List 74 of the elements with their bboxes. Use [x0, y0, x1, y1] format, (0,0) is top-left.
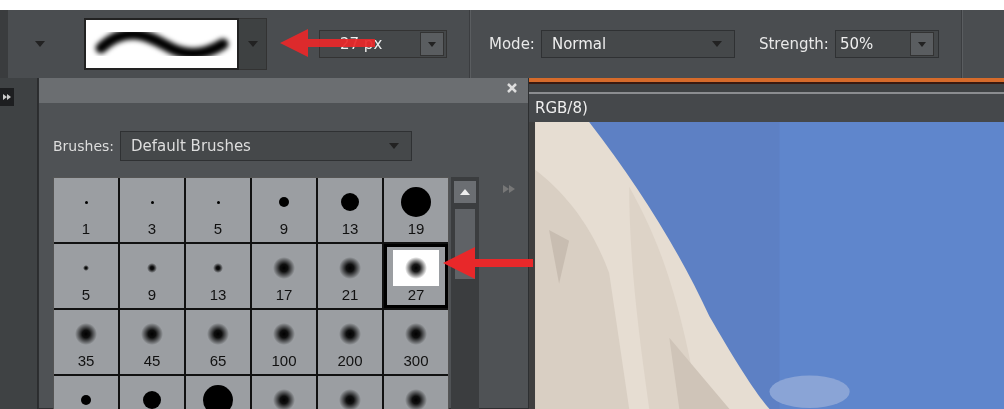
scrollbar[interactable]	[451, 177, 479, 409]
brush-swatch[interactable]: 100	[252, 310, 316, 374]
caret-icon	[35, 41, 45, 47]
brush-swatch[interactable]: 5	[186, 178, 250, 242]
soft-dot-icon	[146, 262, 158, 274]
brush-swatch[interactable]: 19	[384, 178, 448, 242]
arrow-up-icon[interactable]	[460, 189, 470, 195]
brush-swatch[interactable]: 3	[120, 178, 184, 242]
caret-icon	[247, 41, 258, 47]
brush-size-label: 1	[81, 220, 91, 238]
brush-swatch[interactable]: 200	[318, 310, 382, 374]
dot-icon	[278, 196, 290, 208]
brush-size-label: 35	[77, 352, 95, 370]
brush-swatch[interactable]: 9	[120, 244, 184, 308]
mode-label: Mode:	[489, 35, 535, 53]
dot-icon	[80, 394, 92, 406]
brush-set-dropdown[interactable]: Default Brushes	[120, 131, 413, 161]
brush-swatch[interactable]: 13	[186, 244, 250, 308]
brush-preview[interactable]	[84, 18, 239, 70]
brush-size-label: 5	[81, 286, 91, 304]
soft-dot-icon	[404, 322, 428, 346]
dot-icon	[400, 186, 432, 218]
brush-swatch[interactable]: 35	[54, 310, 118, 374]
brush-size-label: 19	[407, 220, 425, 238]
strength-label: Strength:	[758, 35, 829, 53]
brush-size-label: 13	[209, 286, 227, 304]
brush-swatch[interactable]: 21	[318, 244, 382, 308]
mode-dropdown[interactable]: Normal	[540, 30, 735, 58]
soft-dot-icon	[206, 322, 230, 346]
soft-dot-icon	[338, 322, 362, 346]
dot-icon	[83, 199, 89, 205]
brush-size-label: 5	[213, 220, 223, 238]
document-title: RGB/8)	[535, 99, 588, 117]
brush-swatch[interactable]: 13	[318, 178, 382, 242]
dot-icon	[149, 199, 155, 205]
close-icon[interactable]	[506, 82, 518, 94]
soft-dot-icon	[404, 256, 428, 280]
brushes-label: Brushes:	[53, 138, 115, 154]
brush-size-label: 100	[271, 352, 297, 370]
soft-dot-icon	[140, 322, 164, 346]
brush-size-label: 13	[341, 220, 359, 238]
caret-icon	[420, 32, 444, 56]
brush-size-label: 21	[341, 286, 359, 304]
brush-size-label: 27	[407, 286, 425, 304]
expand-icon[interactable]	[0, 88, 14, 106]
brush-size-label: 3	[147, 220, 157, 238]
soft-dot-icon	[272, 322, 296, 346]
brush-swatch[interactable]: 27	[384, 244, 448, 308]
dot-icon	[340, 192, 360, 212]
soft-dot-icon	[82, 264, 90, 272]
brush-swatch[interactable]: 5	[54, 244, 118, 308]
soft-dot-icon	[338, 256, 362, 280]
brush-size-label: 9	[279, 220, 289, 238]
brush-swatch[interactable]: 9	[252, 178, 316, 242]
brush-swatch[interactable]: 1	[54, 178, 118, 242]
soft-dot-icon	[272, 256, 296, 280]
soft-dot-icon	[212, 262, 224, 274]
brush-size-label: 17	[275, 286, 293, 304]
brush-size-label: 65	[209, 352, 227, 370]
brush-swatch[interactable]: 45	[120, 310, 184, 374]
soft-dot-icon	[74, 322, 98, 346]
caret-icon	[711, 41, 722, 47]
brush-size-label: 45	[143, 352, 161, 370]
brush-swatch[interactable]: 17	[252, 244, 316, 308]
brush-size-label: 200	[337, 352, 363, 370]
dot-icon	[142, 390, 162, 409]
caret-icon	[389, 143, 400, 149]
strength-field[interactable]: 50%	[834, 30, 939, 58]
brush-size-label: 9	[147, 286, 157, 304]
brush-swatch[interactable]: 300	[384, 310, 448, 374]
dot-icon	[215, 199, 221, 205]
brush-size-label: 300	[403, 352, 429, 370]
caret-icon	[909, 32, 934, 56]
brush-swatch[interactable]: 65	[186, 310, 250, 374]
